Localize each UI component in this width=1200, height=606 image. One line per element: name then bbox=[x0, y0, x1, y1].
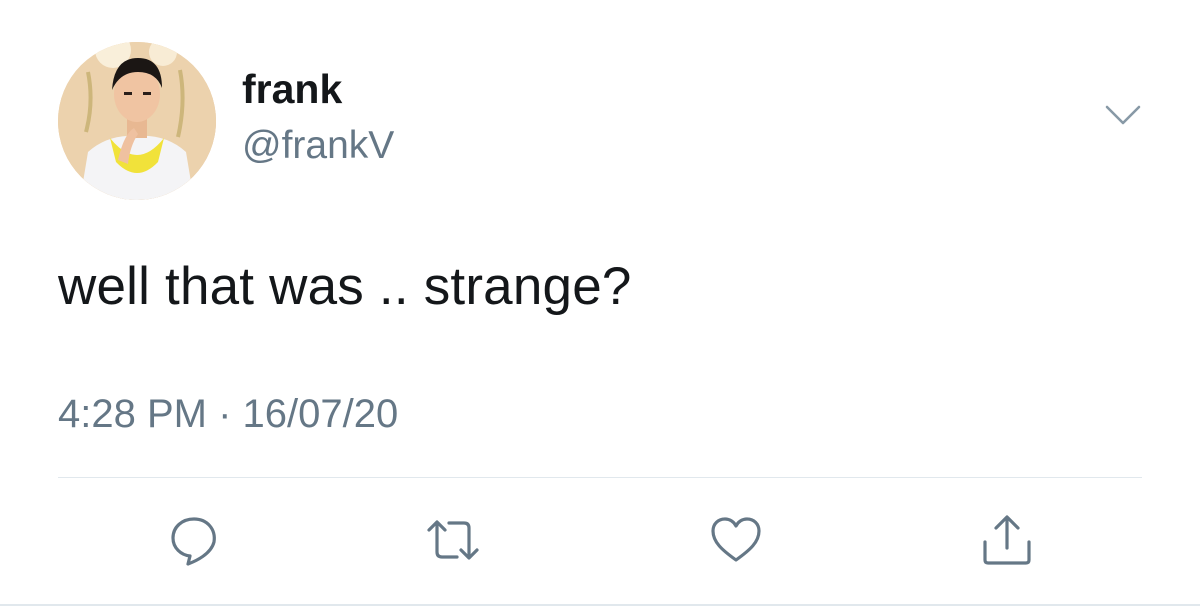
tweet-text: well that was .. strange? bbox=[58, 257, 632, 316]
tweet-timestamp[interactable]: 4:28 PM · 16/07/20 bbox=[58, 390, 398, 438]
like-button[interactable] bbox=[708, 512, 764, 568]
divider bbox=[58, 477, 1142, 478]
reply-icon bbox=[171, 517, 216, 566]
avatar[interactable] bbox=[58, 42, 216, 200]
tweet-date: 16/07/20 bbox=[242, 392, 399, 436]
tweet-time: 4:28 PM bbox=[58, 392, 207, 436]
retweet-button[interactable] bbox=[425, 512, 481, 568]
retweet-icon bbox=[427, 520, 479, 560]
meta-separator: · bbox=[218, 392, 232, 436]
chevron-down-icon[interactable] bbox=[1104, 102, 1142, 128]
tweet-card: frank @frankV well that was .. strange? … bbox=[0, 0, 1200, 606]
heart-icon bbox=[711, 517, 761, 562]
display-name[interactable]: frank bbox=[242, 66, 342, 112]
share-button[interactable] bbox=[979, 512, 1035, 568]
user-handle[interactable]: @frankV bbox=[242, 124, 394, 168]
avatar-photo bbox=[58, 42, 216, 200]
share-icon bbox=[983, 515, 1031, 565]
reply-button[interactable] bbox=[166, 512, 222, 568]
